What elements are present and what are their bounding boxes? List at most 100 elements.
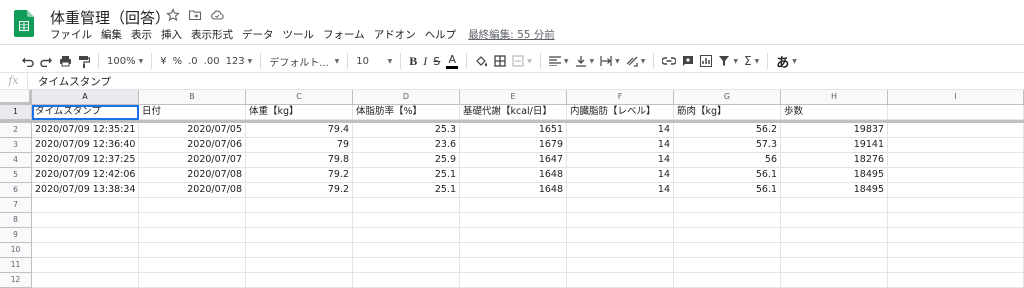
insert-chart-button[interactable] (697, 52, 715, 70)
cell[interactable]: 2020/07/08 (139, 168, 246, 183)
row-header[interactable]: 2 (0, 123, 32, 138)
decrease-decimal-button[interactable]: .0 (185, 52, 201, 70)
cell[interactable] (32, 198, 139, 213)
cell[interactable]: 1647 (460, 153, 567, 168)
text-wrapping-button[interactable]: ▼ (597, 52, 623, 70)
italic-button[interactable]: I (420, 52, 430, 70)
cell[interactable]: 1679 (460, 138, 567, 153)
cell[interactable] (888, 183, 1024, 198)
cell[interactable] (674, 198, 781, 213)
undo-button[interactable] (18, 52, 37, 70)
insert-link-button[interactable] (659, 52, 679, 70)
cell[interactable] (32, 273, 139, 288)
column-header-h[interactable]: H (781, 90, 888, 105)
cell[interactable]: 2020/07/07 (139, 153, 246, 168)
move-folder-icon[interactable] (188, 8, 202, 22)
horizontal-align-button[interactable]: ▼ (546, 52, 572, 70)
functions-button[interactable]: Σ ▼ (741, 52, 762, 70)
cell[interactable]: 14 (567, 168, 674, 183)
zoom-select[interactable]: 100% ▼ (104, 52, 146, 70)
cell[interactable] (246, 273, 353, 288)
cell[interactable] (567, 243, 674, 258)
cell[interactable] (781, 198, 888, 213)
cell[interactable]: 内臓脂肪【レベル】 (567, 105, 674, 120)
cell[interactable]: 18495 (781, 168, 888, 183)
font-select[interactable]: デフォルト... ▼ (266, 52, 342, 70)
cell[interactable]: 25.1 (353, 168, 460, 183)
column-header-c[interactable]: C (246, 90, 353, 105)
cell[interactable] (139, 273, 246, 288)
cell[interactable] (674, 228, 781, 243)
cell[interactable] (460, 273, 567, 288)
cell[interactable]: 14 (567, 138, 674, 153)
paint-format-button[interactable] (75, 52, 93, 70)
cell[interactable]: 1648 (460, 183, 567, 198)
cell[interactable]: 56.2 (674, 123, 781, 138)
row-header[interactable]: 6 (0, 183, 32, 198)
cell[interactable] (353, 243, 460, 258)
sheets-logo-icon[interactable] (14, 10, 34, 37)
row-header[interactable]: 7 (0, 198, 32, 213)
cell[interactable] (353, 198, 460, 213)
cell[interactable] (888, 168, 1024, 183)
cell[interactable] (353, 273, 460, 288)
cell[interactable] (246, 243, 353, 258)
cell[interactable] (674, 273, 781, 288)
cell[interactable]: 25.1 (353, 183, 460, 198)
fill-color-button[interactable] (472, 52, 491, 70)
formula-input[interactable]: タイムスタンプ (28, 74, 111, 89)
menu-insert[interactable]: 挿入 (161, 27, 182, 42)
percent-button[interactable]: % (170, 52, 186, 70)
more-formats-button[interactable]: 123 ▼ (223, 52, 256, 70)
cell[interactable]: 14 (567, 123, 674, 138)
cell[interactable]: 57.3 (674, 138, 781, 153)
currency-button[interactable]: ¥ (157, 52, 169, 70)
cell[interactable]: 2020/07/06 (139, 138, 246, 153)
menu-addons[interactable]: アドオン (374, 27, 416, 42)
cell[interactable]: 2020/07/09 12:37:25 (32, 153, 139, 168)
cell[interactable] (781, 243, 888, 258)
menu-form[interactable]: フォーム (323, 27, 365, 42)
cell[interactable] (888, 273, 1024, 288)
column-header-g[interactable]: G (674, 90, 781, 105)
cell[interactable] (888, 138, 1024, 153)
cell[interactable] (781, 213, 888, 228)
row-header[interactable]: 8 (0, 213, 32, 228)
cell[interactable]: 56.1 (674, 168, 781, 183)
cell[interactable] (888, 213, 1024, 228)
cell[interactable]: 2020/07/05 (139, 123, 246, 138)
text-color-button[interactable]: A (443, 52, 461, 70)
cell[interactable] (567, 198, 674, 213)
select-all-corner[interactable] (0, 90, 32, 105)
cell[interactable]: 筋肉【kg】 (674, 105, 781, 120)
row-header[interactable]: 12 (0, 273, 32, 288)
cell[interactable] (460, 228, 567, 243)
cell[interactable] (460, 198, 567, 213)
cell[interactable] (888, 153, 1024, 168)
cell[interactable] (139, 228, 246, 243)
cell[interactable] (781, 228, 888, 243)
cell[interactable]: 79.4 (246, 123, 353, 138)
font-size-select[interactable]: 10 ▼ (353, 52, 395, 70)
cell[interactable]: 19141 (781, 138, 888, 153)
row-header[interactable]: 9 (0, 228, 32, 243)
cell[interactable]: 体重【kg】 (246, 105, 353, 120)
cell[interactable]: 1651 (460, 123, 567, 138)
menu-tools[interactable]: ツール (283, 27, 315, 42)
last-edit-link[interactable]: 最終編集: 55 分前 (468, 27, 555, 42)
menu-help[interactable]: ヘルプ (425, 27, 457, 42)
column-header-i[interactable]: I (888, 90, 1024, 105)
cell[interactable]: 25.3 (353, 123, 460, 138)
redo-button[interactable] (37, 52, 56, 70)
cell[interactable]: 79.2 (246, 183, 353, 198)
cell[interactable] (139, 213, 246, 228)
menu-file[interactable]: ファイル (50, 27, 92, 42)
merge-cells-button[interactable]: ▼ (509, 52, 535, 70)
cloud-saved-icon[interactable] (210, 8, 224, 22)
menu-edit[interactable]: 編集 (101, 27, 122, 42)
bold-button[interactable]: B (406, 52, 420, 70)
cell[interactable] (32, 243, 139, 258)
cell[interactable] (32, 213, 139, 228)
cell[interactable] (674, 243, 781, 258)
row-header[interactable]: 4 (0, 153, 32, 168)
